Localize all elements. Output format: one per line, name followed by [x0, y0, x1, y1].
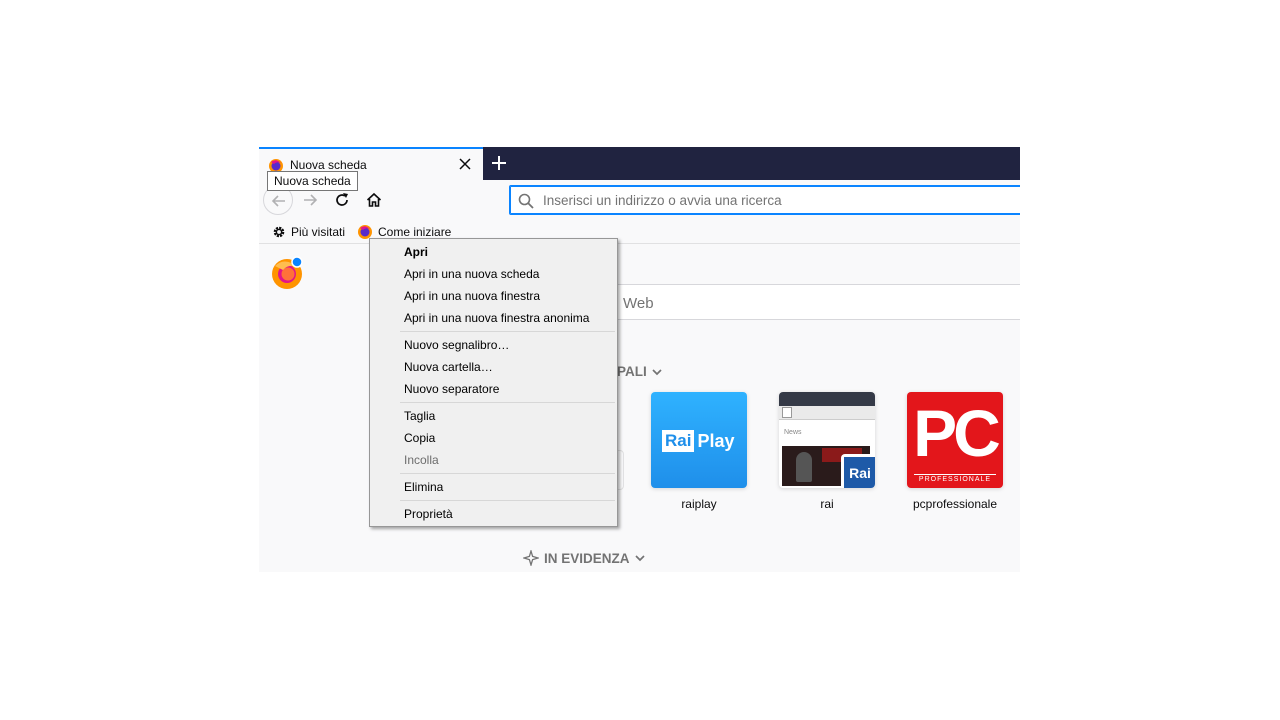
arrow-right-icon — [304, 194, 318, 206]
menu-item[interactable]: Nuovo segnalibro… — [370, 334, 617, 356]
menu-separator — [400, 500, 615, 501]
firefox-logo-icon — [272, 256, 303, 289]
address-bar[interactable] — [509, 185, 1020, 215]
menu-separator — [400, 473, 615, 474]
pc-logo-text: PC — [913, 396, 1001, 470]
tile-thumbnail: Rai Play — [651, 392, 747, 488]
bookmark-context-menu: Apri Apri in una nuova scheda Apri in una … — [369, 238, 618, 527]
tile-thumbnail: News Rai — [779, 392, 875, 488]
menu-item[interactable]: Copia — [370, 427, 617, 449]
top-site-tile[interactable]: Rai Play raiplay — [651, 392, 747, 511]
highlights-heading[interactable]: IN EVIDENZA — [523, 550, 645, 566]
search-icon — [518, 193, 534, 209]
arrow-left-icon — [271, 195, 285, 207]
home-icon — [366, 192, 382, 207]
tab-new-tab[interactable]: Nuova scheda Nuova scheda — [259, 147, 483, 191]
raiplay-logo: Rai Play — [662, 427, 735, 455]
rai-logo-text: Rai — [844, 457, 875, 488]
url-input[interactable] — [543, 186, 1013, 214]
tile-label: pcprofessionale — [912, 497, 998, 511]
highlights-label: IN EVIDENZA — [544, 550, 630, 566]
close-icon[interactable] — [458, 157, 472, 171]
rai-logo: Rai — [841, 454, 875, 488]
tile-label: rai — [820, 497, 834, 511]
menu-item[interactable]: Elimina — [370, 476, 617, 498]
pc-logo-subtext: PROFESSIONALE — [914, 474, 996, 483]
tab-bar: Nuova scheda Nuova scheda — [259, 147, 1020, 191]
top-sites-heading[interactable]: PALI — [617, 364, 662, 379]
search-placeholder: Web — [623, 295, 654, 312]
raiplay-logo-rai: Rai — [662, 430, 695, 452]
rai-preview-text: News — [784, 429, 802, 436]
menu-item[interactable]: Taglia — [370, 405, 617, 427]
menu-item[interactable]: Apri in una nuova finestra anonima — [370, 307, 617, 329]
menu-item[interactable]: Nuovo separatore — [370, 378, 617, 400]
top-site-tile[interactable]: PC PROFESSIONALE pcprofessionale — [907, 392, 1003, 511]
reload-icon — [336, 193, 348, 206]
top-sites-label: PALI — [617, 364, 647, 379]
tile-thumbnail: PC PROFESSIONALE — [907, 392, 1003, 488]
bookmark-label: Più visitati — [291, 225, 346, 239]
tab-title: Nuova scheda — [290, 158, 367, 172]
bookmark-label: Come iniziare — [378, 225, 452, 239]
menu-item[interactable]: Apri — [370, 241, 617, 263]
menu-separator — [400, 402, 615, 403]
navigation-toolbar — [259, 180, 1020, 221]
menu-item[interactable]: Nuova cartella… — [370, 356, 617, 378]
home-button[interactable] — [359, 185, 389, 215]
highlights-icon — [523, 550, 539, 566]
menu-separator — [400, 331, 615, 332]
menu-item[interactable]: Apri in una nuova finestra — [370, 285, 617, 307]
gear-icon — [273, 226, 285, 238]
menu-item[interactable]: Apri in una nuova scheda — [370, 263, 617, 285]
plus-icon[interactable] — [489, 153, 509, 173]
bookmark-most-visited[interactable]: Più visitati — [272, 223, 345, 241]
chevron-down-icon — [634, 555, 645, 562]
raiplay-logo-play: Play — [697, 430, 735, 451]
menu-item: Incolla — [404, 453, 439, 467]
tile-label: raiplay — [681, 497, 717, 511]
chevron-down-icon — [652, 368, 662, 375]
tab-tooltip: Nuova scheda — [267, 171, 358, 191]
menu-item[interactable]: Proprietà — [370, 503, 617, 525]
top-site-tile[interactable]: News Rai rai — [779, 392, 875, 511]
